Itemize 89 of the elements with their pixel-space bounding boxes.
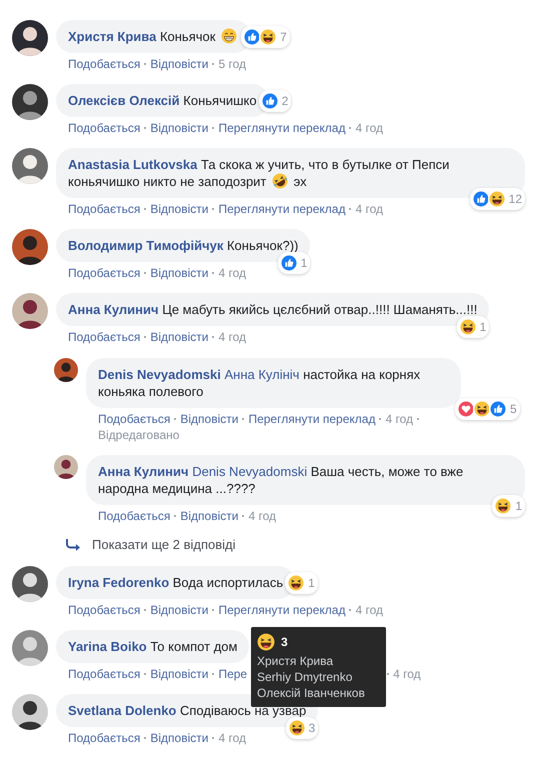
action-link[interactable]: Подобається	[68, 602, 140, 618]
grinning-emoji-icon	[221, 28, 238, 44]
comment-text: Anastasia Lutkovska Та скока ж учить, что в бутылке от Пепси коньячишко никто не заподозрит эх	[68, 157, 450, 189]
action-link[interactable]: Відповісти	[180, 411, 238, 427]
laughing-emoji-icon	[259, 28, 278, 46]
laughing-emoji-icon	[473, 400, 491, 418]
author-name[interactable]: Олексієв Олексій	[68, 93, 180, 108]
timestamp: 5 год	[218, 56, 246, 72]
action-link[interactable]: Подобається	[98, 508, 170, 524]
action-link[interactable]: Подобається	[68, 201, 140, 217]
author-name[interactable]: Svetlana Dolenko	[68, 703, 176, 718]
timestamp: 4 год	[218, 730, 246, 746]
comment-text: Iryna Fedorenko Вода испортилась	[68, 575, 284, 590]
show-more-replies-link[interactable]: Показати ще 2 відповіді	[92, 537, 236, 552]
like-icon	[280, 254, 298, 272]
action-link[interactable]: Подобається	[68, 329, 140, 345]
timestamp: 4 год	[248, 508, 276, 524]
laughing-emoji-icon	[257, 633, 275, 651]
reaction-count[interactable]: 3	[286, 717, 318, 739]
reaction-count[interactable]: 1	[285, 572, 318, 594]
action-link[interactable]: Подобається	[68, 730, 140, 746]
reply-arrow-icon	[66, 538, 80, 550]
reaction-count[interactable]: 5	[455, 398, 520, 420]
laughing-emoji-icon	[288, 719, 306, 737]
author-name[interactable]: Анна Кулинич	[68, 302, 159, 317]
action-link[interactable]: Відповісти	[180, 508, 238, 524]
heart-icon	[457, 400, 475, 418]
author-name[interactable]: Denis Nevyadomski	[98, 367, 221, 382]
reaction-count[interactable]: 1	[456, 316, 490, 338]
author-name[interactable]: Володимир Тимофійчук	[68, 238, 224, 253]
action-link[interactable]: Відповісти	[150, 666, 208, 682]
comment-text: Олексієв Олексій Коньячишко	[68, 93, 257, 108]
author-name[interactable]: Христя Крива	[68, 29, 156, 44]
action-link[interactable]: Відповісти	[150, 730, 208, 746]
action-link[interactable]: Відповісти	[150, 120, 208, 136]
comment-text: Христя Крива Коньячок	[68, 29, 240, 44]
action-link[interactable]: Подобається	[68, 120, 140, 136]
like-icon	[472, 190, 490, 208]
laughing-emoji-icon	[488, 190, 506, 208]
action-link[interactable]: Відповісти	[150, 265, 208, 281]
comment-text: Denis Nevyadomski Анна Кулініч настойка на корнях коньяка полевого	[98, 367, 420, 399]
timestamp: 4 год	[218, 329, 246, 345]
action-link[interactable]: Відповісти	[150, 201, 208, 217]
reactor-name: Serhiy Dmytrenko	[257, 669, 354, 685]
action-link[interactable]: Подобається	[98, 411, 170, 427]
reaction-count[interactable]: 2	[258, 90, 292, 112]
reaction-count[interactable]: 1	[492, 495, 525, 517]
action-link[interactable]: Переглянути переклад	[218, 120, 346, 136]
laughing-emoji-icon	[287, 574, 306, 592]
action-link[interactable]: Переглянути переклад	[218, 201, 346, 217]
action-link[interactable]: Переглянути переклад	[218, 602, 346, 618]
reaction-count[interactable]: 12	[470, 188, 525, 210]
timestamp: 4 год	[218, 265, 246, 281]
action-link[interactable]: Переглянути переклад	[248, 411, 376, 427]
comment-text: Володимир Тимофійчук Коньячок?))	[68, 238, 298, 253]
action-link[interactable]: Подобається	[68, 666, 140, 682]
author-name[interactable]: Anastasia Lutkovska	[68, 157, 198, 172]
author-name[interactable]: Iryna Fedorenko	[68, 575, 170, 590]
author-name[interactable]: Yarina Boiko	[68, 639, 147, 654]
laughing-emoji-icon	[458, 318, 477, 336]
timestamp: 4 год	[393, 666, 421, 682]
reactor-name: Христя Крива	[257, 653, 334, 669]
comment-text: Анна Кулинич Denis Nevyadomski Ваша честь, може то вже народна медицина ...????	[98, 464, 464, 496]
mention-link[interactable]: Denis Nevyadomski	[192, 464, 308, 479]
mention-link[interactable]: Анна Кулініч	[224, 367, 300, 382]
action-link[interactable]: Подобається	[68, 265, 140, 281]
action-link[interactable]: Подобається	[68, 56, 140, 72]
action-link[interactable]: Відповісти	[150, 56, 208, 72]
rolling-laughing-emoji-icon	[272, 173, 288, 189]
action-link[interactable]: Пере	[218, 666, 248, 682]
like-icon	[489, 400, 507, 418]
action-link[interactable]: Відповісти	[150, 329, 208, 345]
timestamp: 4 год	[385, 411, 414, 427]
like-icon	[243, 28, 262, 46]
timestamp: 4 год	[355, 602, 384, 618]
author-name[interactable]: Анна Кулинич	[98, 464, 189, 479]
reactor-name: Олексій Іванченков	[257, 685, 366, 701]
comment-text: Yarina Boiko То компот дом	[68, 639, 238, 654]
action-link[interactable]: Відповісти	[150, 602, 208, 618]
timestamp: 4 год	[355, 120, 384, 136]
comment-text: Анна Кулинич Це мабуть якийсь цєлєбний отвар..!!!! Шаманять...!!!	[68, 302, 478, 317]
tooltip-count: 3	[281, 634, 288, 650]
laughing-emoji-icon	[494, 497, 512, 515]
like-icon	[260, 92, 279, 110]
reaction-count[interactable]: 1	[278, 252, 310, 274]
edited-label: Відредаговано	[98, 427, 180, 443]
reaction-count[interactable]: 7	[241, 26, 290, 48]
comment-text: Svetlana Dolenko Сподіваюсь на узвар	[68, 703, 306, 718]
timestamp: 4 год	[355, 201, 384, 217]
